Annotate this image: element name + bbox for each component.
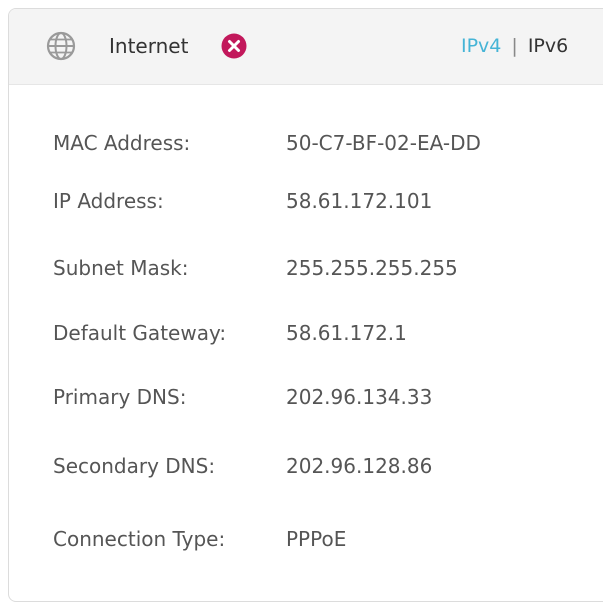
- internet-status-card: Internet IPv4 | IPv6 MAC Address: 50-C7-BF…: [8, 8, 603, 602]
- detail-label: Subnet Mask:: [53, 256, 189, 280]
- detail-label: Primary DNS:: [53, 385, 187, 409]
- detail-value: PPPoE: [286, 527, 347, 551]
- detail-value: 202.96.128.86: [286, 454, 433, 478]
- globe-icon: [46, 31, 76, 61]
- ip-version-tabs: IPv4 | IPv6: [461, 33, 568, 59]
- detail-label: IP Address:: [53, 189, 164, 213]
- detail-label: Connection Type:: [53, 527, 226, 551]
- card-header: Internet IPv4 | IPv6: [9, 9, 603, 85]
- tab-ipv6[interactable]: IPv6: [528, 35, 568, 57]
- detail-value: 50-C7-BF-02-EA-DD: [286, 131, 481, 155]
- detail-value: 255.255.255.255: [286, 256, 458, 280]
- tab-separator: |: [511, 35, 518, 57]
- detail-label: Secondary DNS:: [53, 454, 216, 478]
- error-x-icon: [221, 33, 247, 59]
- detail-label: MAC Address:: [53, 131, 191, 155]
- detail-value: 202.96.134.33: [286, 385, 433, 409]
- detail-value: 58.61.172.1: [286, 321, 407, 345]
- detail-value: 58.61.172.101: [286, 189, 433, 213]
- page-title: Internet: [109, 34, 189, 58]
- tab-ipv4[interactable]: IPv4: [461, 35, 501, 57]
- detail-label: Default Gateway:: [53, 321, 227, 345]
